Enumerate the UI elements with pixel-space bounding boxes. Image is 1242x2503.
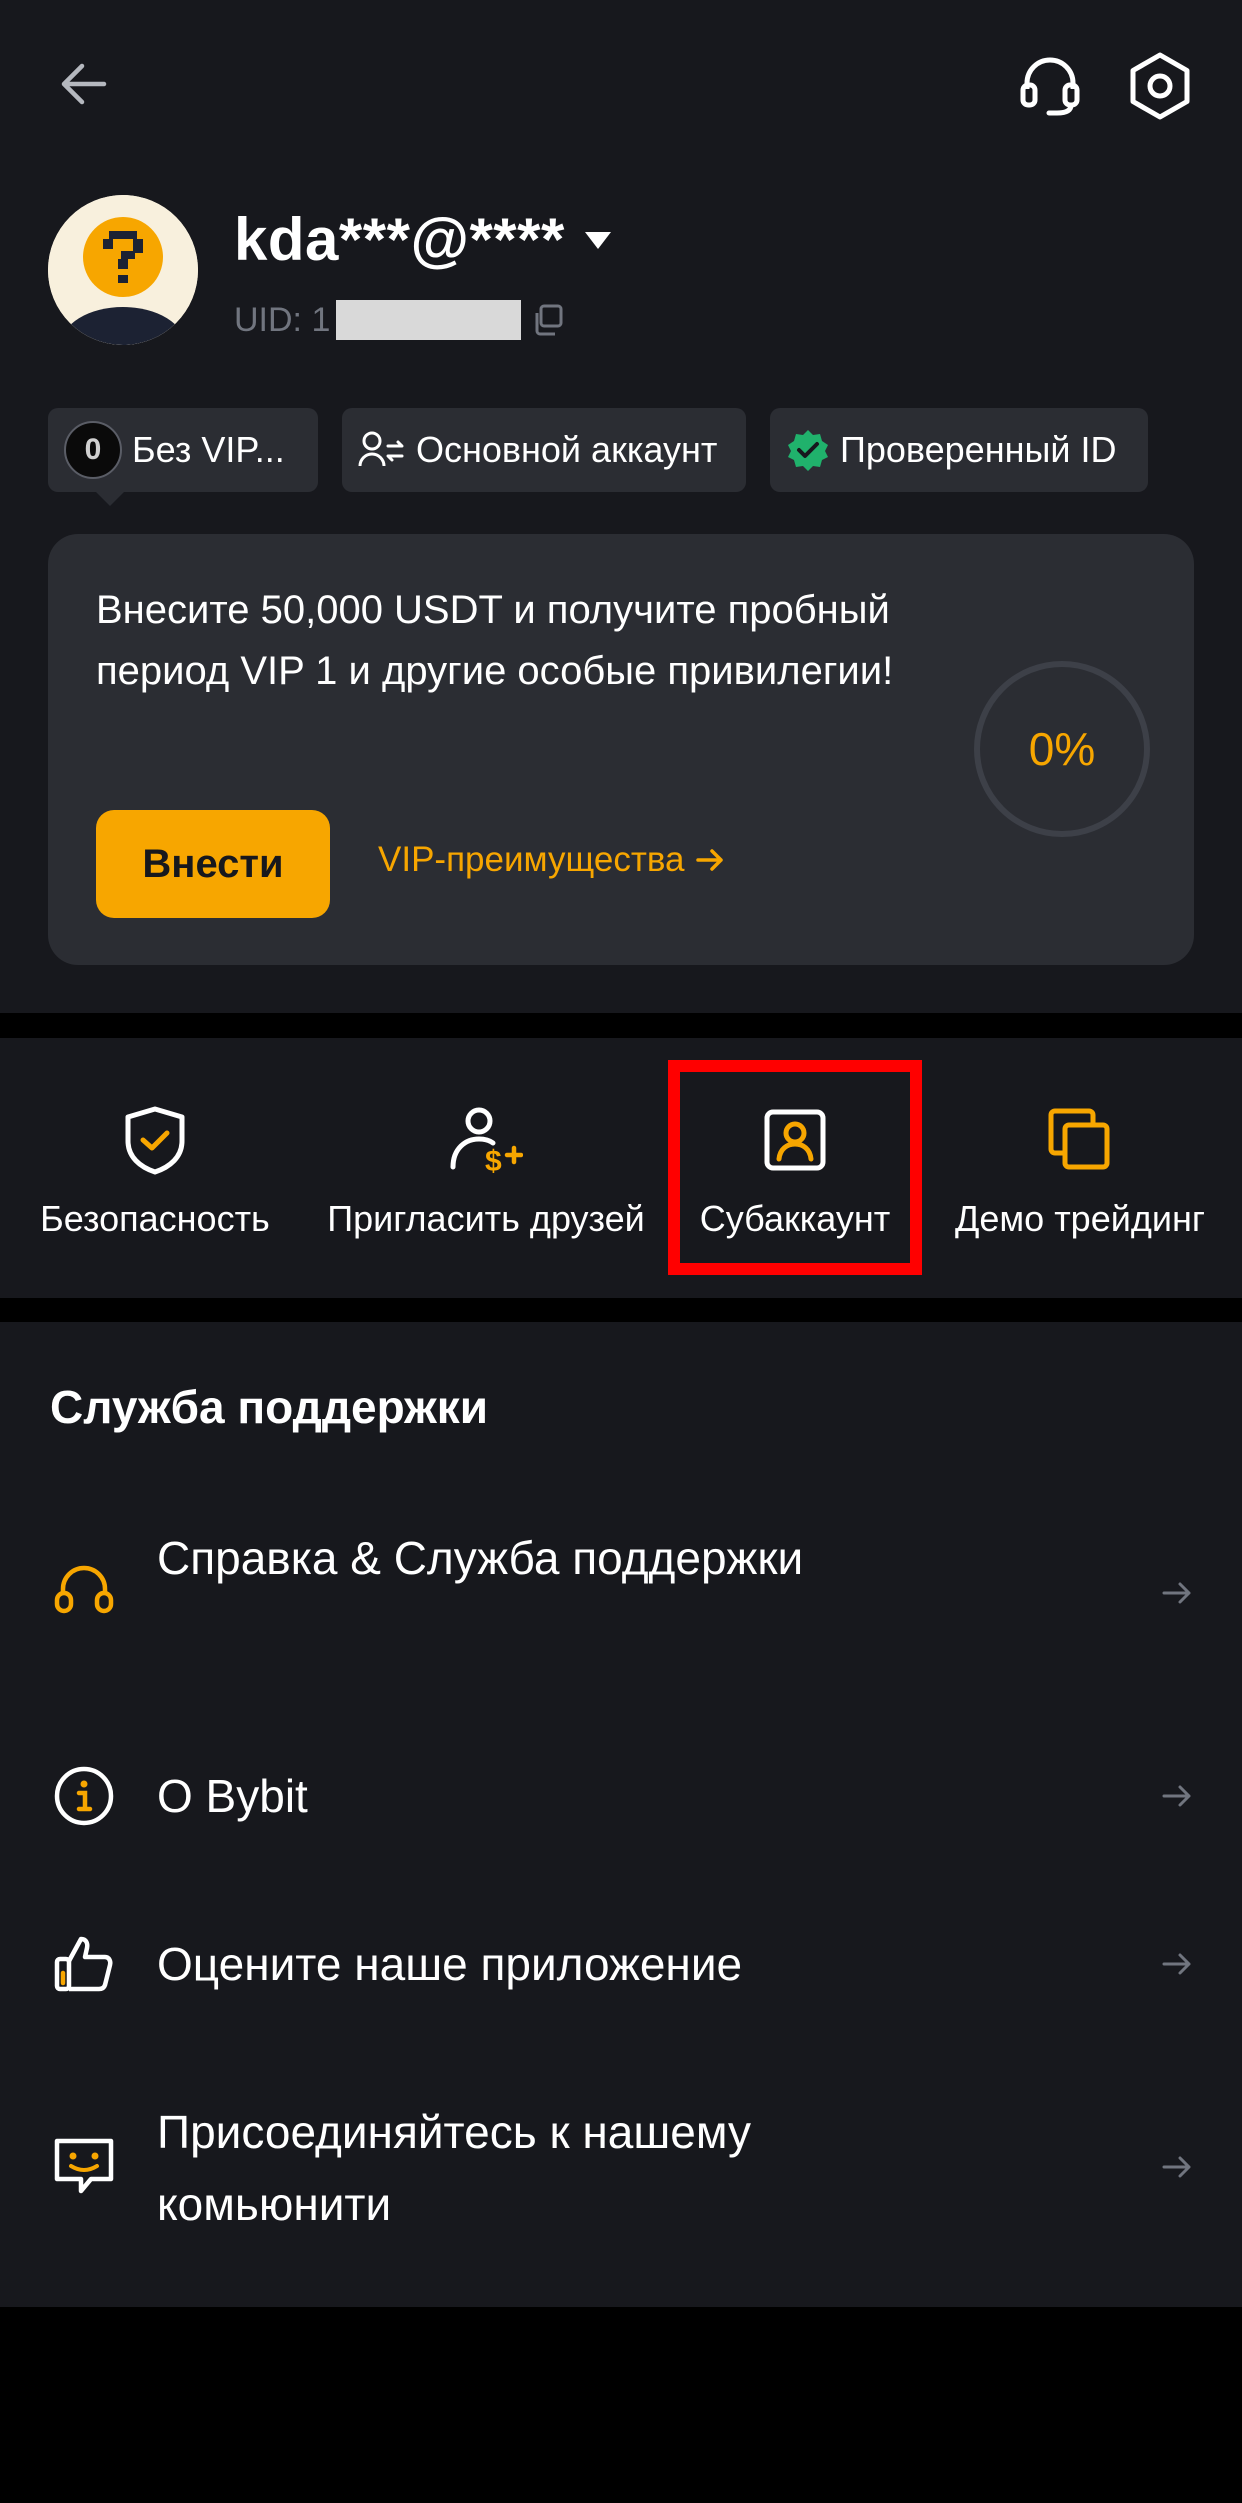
shortcut-label: Безопасность [40, 1198, 270, 1239]
thumbs-up-icon [48, 1928, 120, 2000]
verified-check-icon [788, 430, 828, 471]
arrow-left-icon [61, 63, 107, 105]
vip-benefits-label: VIP-преимущества [378, 840, 685, 879]
vip-badge-pointer [96, 492, 124, 506]
user-switch-icon [358, 431, 404, 467]
shortcut-bar: Безопасность $ Пригласить друзей Субакка… [0, 1038, 1242, 1298]
vip-level-icon: 0 [64, 421, 122, 479]
arrow-right-icon [1162, 1582, 1191, 1604]
list-item-community[interactable]: Присоединяйтесь к нашему комьюнити [0, 2096, 1242, 2236]
hexagon-gear-icon [1130, 52, 1190, 120]
list-item-label: Справка & Служба поддержки [157, 1532, 804, 1584]
vip-benefits-link[interactable]: VIP-преимущества [378, 840, 725, 880]
customer-support-button[interactable] [1008, 44, 1092, 128]
question-mark-avatar-icon [48, 195, 198, 345]
headset-icon [1020, 57, 1080, 116]
list-item-label: Оцените наше приложение [157, 1938, 743, 1990]
badge-row: 0 Без VIP... Основной аккаунт Проверенны… [48, 408, 1148, 506]
arrow-right-icon [1162, 2156, 1191, 2178]
caret-down-icon [584, 231, 611, 249]
uid-label: UID: 1 [234, 300, 331, 339]
verified-id-label: Проверенный ID [840, 429, 1117, 470]
stacked-squares-icon [1040, 1100, 1120, 1180]
promo-text: Внесите 50,000 USDT и получите пробный п… [96, 588, 894, 693]
back-button[interactable] [48, 48, 120, 120]
list-item-label: Присоединяйтесь к нашему комьюнити [157, 2106, 751, 2230]
main-account-label: Основной аккаунт [416, 429, 718, 470]
support-section: Служба поддержки Справка & Служба поддер… [0, 1322, 1242, 2307]
shortcut-demo-trading[interactable]: Демо трейдинг [940, 1038, 1220, 1298]
uid-row: UID: 1 [234, 300, 565, 340]
username-row[interactable]: kda***@**** [234, 205, 613, 274]
arrow-right-icon [1162, 1953, 1191, 1975]
info-icon [48, 1760, 120, 1832]
list-item-about[interactable]: О Bybit [0, 1760, 1242, 1832]
arrow-right-icon [1162, 1785, 1191, 1807]
progress-percent: 0% [1028, 723, 1096, 775]
highlight-annotation [668, 1060, 922, 1275]
settings-button[interactable] [1118, 44, 1202, 128]
vip-badge[interactable]: 0 Без VIP... [48, 408, 318, 506]
username: kda***@**** [234, 206, 565, 273]
list-item-help-support[interactable]: Справка & Служба поддержки [0, 1522, 1242, 1662]
shortcut-label: Демо трейдинг [955, 1198, 1205, 1239]
list-item-label: О Bybit [157, 1770, 308, 1822]
uid-redaction [336, 300, 522, 340]
user-dollar-icon: $ [446, 1100, 526, 1180]
shield-check-icon [115, 1100, 195, 1180]
headset-icon [48, 1556, 120, 1628]
main-account-badge[interactable]: Основной аккаунт [342, 408, 746, 492]
svg-text:$: $ [485, 1145, 502, 1175]
chat-smile-icon [48, 2130, 120, 2202]
vip-badge-label: Без VIP... [132, 429, 285, 470]
verified-id-badge[interactable]: Проверенный ID [770, 408, 1148, 492]
shortcut-security[interactable]: Безопасность [20, 1038, 290, 1298]
section-title: Служба поддержки [50, 1381, 489, 1433]
shortcut-label: Пригласить друзей [327, 1198, 645, 1239]
vip-promo-card: Внесите 50,000 USDT и получите пробный п… [48, 534, 1194, 965]
avatar[interactable] [48, 195, 198, 345]
deposit-button[interactable]: Внести [96, 810, 330, 918]
copy-icon[interactable] [531, 303, 565, 337]
shortcut-invite-friends[interactable]: $ Пригласить друзей [316, 1038, 656, 1298]
account-header-section: kda***@**** UID: 1 0 Без VIP... Основной… [0, 0, 1242, 1013]
arrow-right-icon [695, 849, 723, 871]
list-item-rate-app[interactable]: Оцените наше приложение [0, 1928, 1242, 2000]
